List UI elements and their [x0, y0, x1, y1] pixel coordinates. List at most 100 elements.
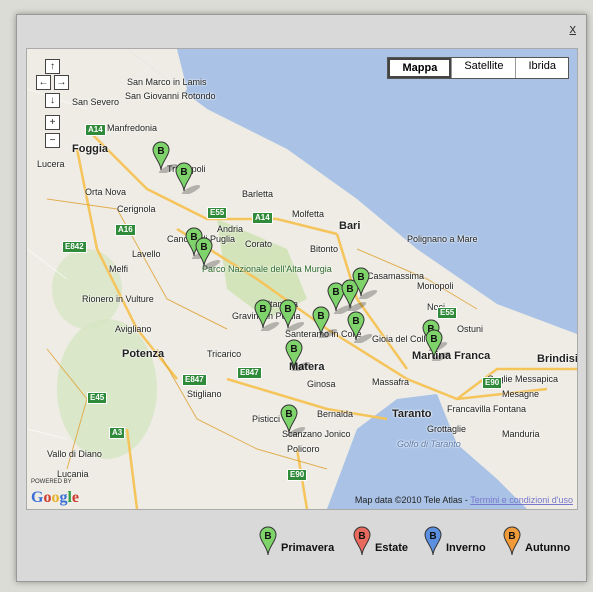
- green-b-marker[interactable]: B: [279, 299, 305, 331]
- zoom-in-button[interactable]: +: [45, 115, 60, 130]
- road-shield: A16: [115, 224, 136, 236]
- terms-link[interactable]: Termini e condizioni d'uso: [470, 495, 573, 505]
- road-shield: E90: [482, 377, 503, 389]
- road-shield: E90: [287, 469, 308, 481]
- green-b-marker[interactable]: B: [152, 141, 178, 173]
- place-vallo: Vallo di Diano: [47, 449, 102, 459]
- blue-marker-icon: B: [424, 526, 442, 556]
- svg-text:B: B: [290, 344, 297, 355]
- svg-text:B: B: [259, 304, 266, 315]
- green-b-marker[interactable]: B: [254, 299, 280, 331]
- green-b-marker[interactable]: B: [352, 267, 378, 299]
- place-san-marco: San Marco in Lamis: [127, 77, 207, 87]
- road-shield: A3: [109, 427, 126, 439]
- attribution-text: Map data ©2010 Tele Atlas -: [354, 495, 471, 505]
- place-monopoli: Monopoli: [417, 281, 454, 291]
- place-taranto: Taranto: [392, 408, 432, 420]
- place-tricarico: Tricarico: [207, 349, 242, 359]
- svg-text:B: B: [358, 531, 365, 542]
- place-ostuni: Ostuni: [457, 324, 484, 334]
- svg-text:B: B: [357, 272, 364, 283]
- svg-text:B: B: [157, 146, 164, 157]
- svg-text:B: B: [352, 316, 359, 327]
- svg-text:B: B: [284, 304, 291, 315]
- legend-label: Inverno: [446, 542, 486, 554]
- place-cerignola: Cerignola: [117, 204, 156, 214]
- legend-item-estate: B Estate: [353, 526, 408, 556]
- place-bitonto: Bitonto: [310, 244, 339, 254]
- place-san-severo: San Severo: [72, 97, 120, 107]
- place-stigliano: Stigliano: [187, 389, 222, 399]
- legend-label: Estate: [375, 542, 409, 554]
- place-orta-nova: Orta Nova: [85, 187, 127, 197]
- orange-marker-icon: B: [503, 526, 521, 556]
- place-brindisi: Brindisi: [537, 353, 578, 365]
- pan-left-button[interactable]: ←: [36, 75, 51, 90]
- place-policoro: Policoro: [287, 444, 320, 454]
- road-shield: E847: [182, 374, 207, 386]
- map-type-ibrida[interactable]: Ibrida: [515, 58, 568, 78]
- svg-text:B: B: [317, 311, 324, 322]
- map-type-bar: Mappa Satellite Ibrida: [387, 57, 569, 79]
- legend-item-inverno: B Inverno: [424, 526, 486, 556]
- legend-label: Primavera: [281, 542, 335, 554]
- map-attribution: Map data ©2010 Tele Atlas - Termini e co…: [355, 495, 573, 505]
- place-barletta: Barletta: [242, 189, 274, 199]
- pan-up-button[interactable]: ↑: [45, 59, 60, 74]
- place-ginosa: Ginosa: [307, 379, 336, 389]
- place-massafra: Massafra: [372, 377, 410, 387]
- zoom-out-button[interactable]: −: [45, 133, 60, 148]
- red-marker-icon: B: [353, 526, 371, 556]
- green-b-marker[interactable]: B: [195, 237, 221, 269]
- road-shield: E847: [237, 367, 262, 379]
- place-andria: Andria: [217, 224, 244, 234]
- legend-item-autunno: B Autunno: [503, 526, 570, 556]
- place-lucera: Lucera: [37, 159, 65, 169]
- place-pisticci: Pisticci: [252, 414, 281, 424]
- place-manduria: Manduria: [502, 429, 540, 439]
- green-marker-icon: B: [259, 526, 277, 556]
- green-area: [57, 319, 157, 459]
- svg-text:B: B: [332, 287, 339, 298]
- place-polignano: Polignano a Mare: [407, 234, 478, 244]
- place-molfetta: Molfetta: [292, 209, 325, 219]
- place-grottaglie: Grottaglie: [427, 424, 467, 434]
- pan-right-button[interactable]: →: [54, 75, 69, 90]
- svg-text:B: B: [430, 334, 437, 345]
- place-bari: Bari: [339, 220, 361, 232]
- svg-text:B: B: [180, 167, 187, 178]
- svg-text:B: B: [508, 531, 515, 542]
- green-b-marker[interactable]: B: [280, 404, 306, 436]
- svg-text:B: B: [264, 531, 271, 542]
- place-foggia: Foggia: [72, 143, 109, 155]
- road-shield: E55: [207, 207, 228, 219]
- season-legend: B Primavera B Estate B Inverno B Autunno: [17, 520, 586, 570]
- map-canvas[interactable]: San Severo San Marco in Lamis San Giovan…: [26, 48, 578, 510]
- road-shield: E55: [437, 307, 458, 319]
- place-francavilla: Francavilla Fontana: [447, 404, 527, 414]
- svg-text:B: B: [285, 409, 292, 420]
- place-potenza: Potenza: [122, 348, 165, 360]
- place-lucania: Lucania: [57, 469, 89, 479]
- map-type-mappa[interactable]: Mappa: [388, 58, 452, 78]
- road-shield: E45: [87, 392, 108, 404]
- close-link[interactable]: x: [570, 21, 577, 36]
- green-area: [52, 249, 122, 329]
- place-avigliano: Avigliano: [115, 324, 152, 334]
- place-corato: Corato: [245, 239, 273, 249]
- green-b-marker[interactable]: B: [425, 329, 451, 361]
- place-manfredonia: Manfredonia: [107, 123, 158, 133]
- road-shield: E842: [62, 241, 87, 253]
- place-lavello: Lavello: [132, 249, 161, 259]
- google-logo[interactable]: Google: [31, 489, 79, 507]
- road-shield: A14: [252, 212, 273, 224]
- green-b-marker[interactable]: B: [285, 339, 311, 371]
- legend-label: Autunno: [525, 542, 571, 554]
- road-shield: A14: [85, 124, 106, 136]
- svg-text:B: B: [429, 531, 436, 542]
- place-san-giovanni: San Giovanni Rotondo: [125, 91, 216, 101]
- green-b-marker[interactable]: B: [175, 162, 201, 194]
- green-b-marker[interactable]: B: [347, 311, 373, 343]
- pan-down-button[interactable]: ↓: [45, 93, 60, 108]
- map-type-satellite[interactable]: Satellite: [451, 58, 515, 78]
